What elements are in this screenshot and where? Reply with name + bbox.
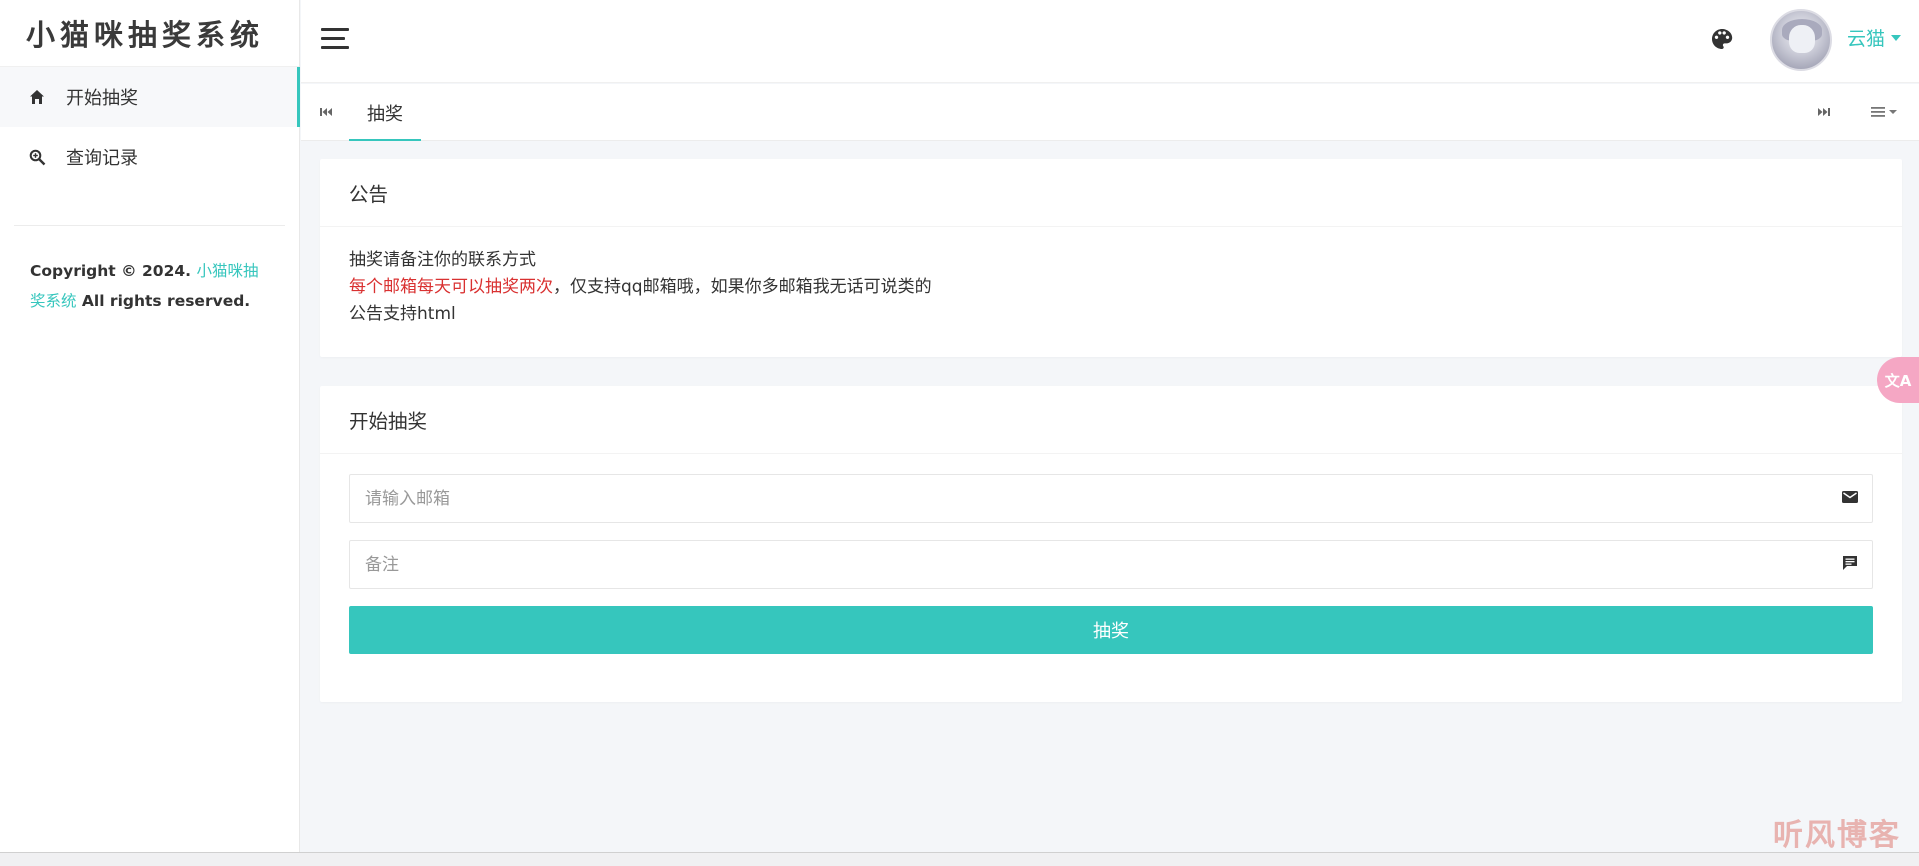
watermark: 听风博客 — [1773, 818, 1901, 853]
notice-title: 公告 — [320, 159, 1902, 227]
draw-button[interactable]: 抽奖 — [349, 606, 1873, 654]
copyright-suffix: All rights reserved. — [76, 292, 251, 310]
notice-line-1: 抽奖请备注你的联系方式 — [349, 250, 536, 270]
tab-draw[interactable]: 抽奖 — [349, 84, 421, 141]
copyright-prefix: Copyright © 2024. — [30, 262, 197, 280]
copyright: Copyright © 2024. 小猫咪抽奖系统 All rights res… — [0, 226, 299, 316]
top-header: 云猫 — [301, 0, 1919, 83]
sidebar: 小猫咪抽奖系统 开始抽奖 查询记录 Copyright © 2024. 小猫咪抽… — [0, 0, 300, 852]
remark-input[interactable] — [350, 541, 1872, 588]
envelope-icon — [1842, 489, 1860, 507]
tab-scroll-left-icon[interactable] — [319, 104, 333, 123]
tab-scroll-right-icon[interactable] — [1817, 104, 1831, 123]
email-field-wrap — [349, 474, 1873, 523]
chevron-down-icon — [1891, 34, 1901, 41]
sidebar-nav: 开始抽奖 查询记录 — [0, 67, 300, 187]
notice-line-3: 公告支持html — [349, 304, 456, 324]
tab-options-menu-icon[interactable] — [1871, 106, 1899, 118]
app-logo[interactable]: 小猫咪抽奖系统 — [0, 0, 299, 67]
avatar[interactable] — [1770, 9, 1832, 71]
notice-highlight: 每个邮箱每天可以抽奖两次 — [349, 277, 553, 297]
search-magnify-icon — [28, 148, 46, 166]
notice-card: 公告 抽奖请备注你的联系方式 每个邮箱每天可以抽奖两次，仅支持qq邮箱哦，如果你… — [320, 159, 1902, 357]
home-icon — [28, 88, 46, 106]
remark-field-wrap — [349, 540, 1873, 589]
draw-form: 抽奖 — [320, 386, 1902, 654]
draw-card: 开始抽奖 抽奖 — [320, 386, 1902, 702]
email-input[interactable] — [350, 475, 1872, 522]
tab-bar: 抽奖 — [301, 84, 1919, 141]
notice-content: 抽奖请备注你的联系方式 每个邮箱每天可以抽奖两次，仅支持qq邮箱哦，如果你多邮箱… — [320, 227, 1902, 348]
notice-line-2: 每个邮箱每天可以抽奖两次，仅支持qq邮箱哦，如果你多邮箱我无话可说类的 — [349, 274, 1873, 301]
bottom-edge — [0, 852, 1919, 866]
sidebar-item-label: 查询记录 — [66, 148, 138, 169]
notice-line-2-rest: ，仅支持qq邮箱哦，如果你多邮箱我无话可说类的 — [553, 277, 932, 297]
sidebar-item-query-records[interactable]: 查询记录 — [0, 127, 299, 187]
user-menu-dropdown[interactable]: 云猫 — [1847, 24, 1901, 51]
translate-float-button[interactable]: 文A — [1877, 357, 1919, 403]
username: 云猫 — [1846, 28, 1885, 50]
sidebar-item-label: 开始抽奖 — [66, 88, 138, 109]
comment-icon — [1842, 555, 1860, 573]
hamburger-icon[interactable] — [321, 28, 349, 50]
sidebar-item-start-draw[interactable]: 开始抽奖 — [0, 67, 300, 127]
palette-icon[interactable] — [1710, 27, 1736, 53]
